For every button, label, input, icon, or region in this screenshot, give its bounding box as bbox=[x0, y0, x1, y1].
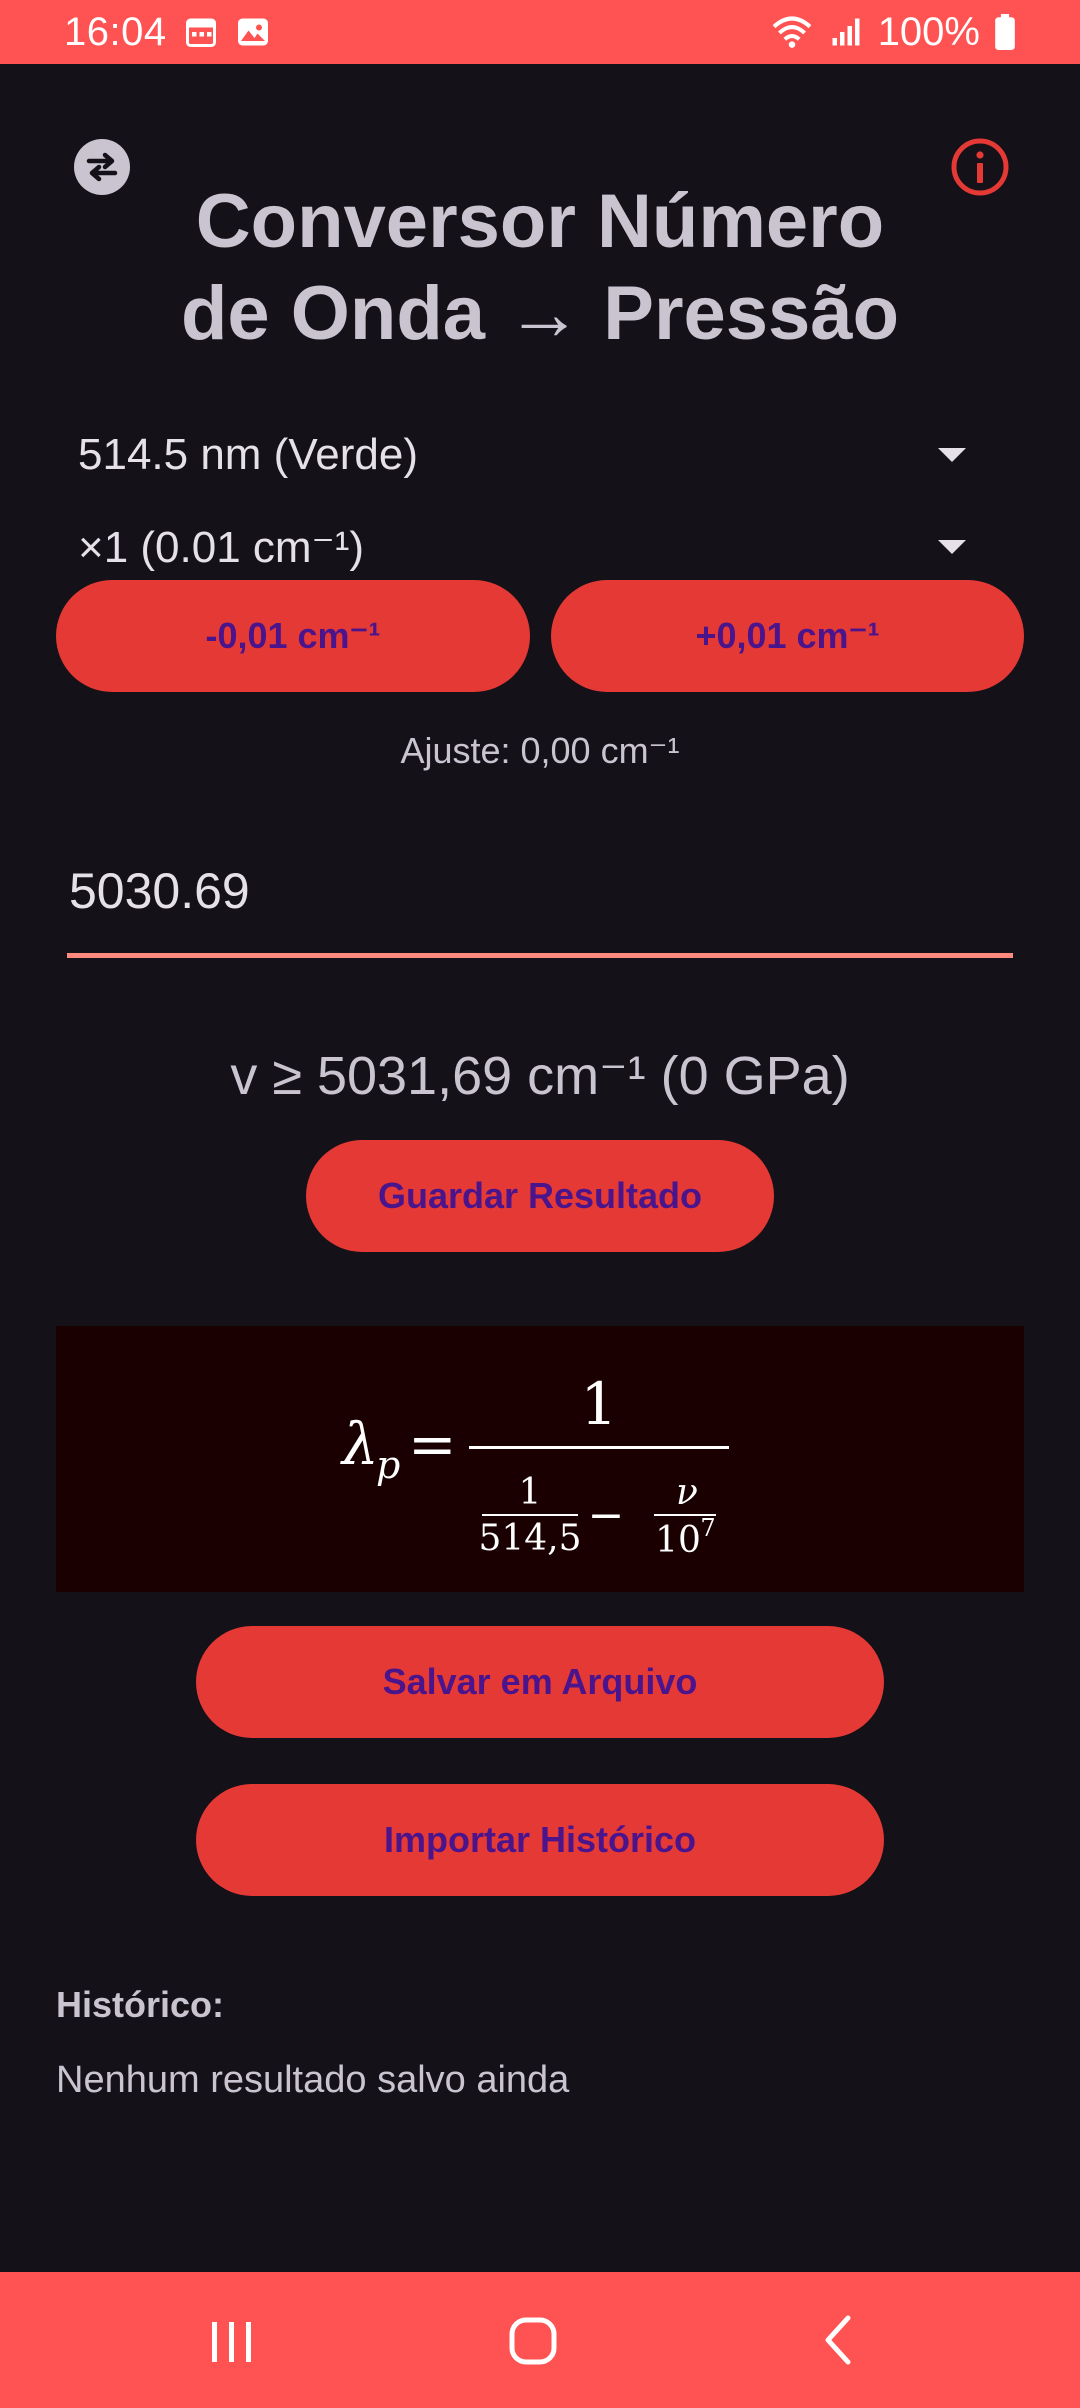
formula-inner-numerator-1: 1 bbox=[519, 1472, 542, 1513]
dropdown-arrow-icon bbox=[938, 540, 966, 554]
formula-subscript: p bbox=[376, 1443, 400, 1487]
step-multiplier-value: ×1 (0.01 cm⁻¹) bbox=[78, 522, 365, 572]
increment-button[interactable]: +0,01 cm⁻¹ bbox=[551, 580, 1024, 692]
formula-inner-denominator-2: 10 bbox=[655, 1520, 701, 1561]
signal-icon bbox=[832, 18, 860, 46]
app-screen: Conversor Número de Onda → Pressão 514.5… bbox=[0, 64, 1080, 2272]
title-line-1: Conversor Número bbox=[195, 179, 885, 264]
save-result-button[interactable]: Guardar Resultado bbox=[306, 1140, 774, 1252]
status-bar: 16:04 100% bbox=[0, 0, 1080, 64]
home-icon bbox=[509, 2317, 557, 2365]
status-left: 16:04 bbox=[64, 10, 271, 55]
wavenumber-input-value: 5030.69 bbox=[69, 863, 250, 919]
formula-equals: = bbox=[408, 1410, 457, 1478]
history-title: Histórico: bbox=[56, 1984, 225, 2025]
formula-inner-denominator-1: 514,5 bbox=[478, 1518, 581, 1559]
formula-inner-numerator-2: ν bbox=[676, 1472, 698, 1513]
decrement-button[interactable]: -0,01 cm⁻¹ bbox=[56, 580, 530, 692]
calendar-icon bbox=[185, 18, 216, 47]
step-multiplier-dropdown[interactable]: ×1 (0.01 cm⁻¹) bbox=[78, 512, 978, 582]
wifi-icon bbox=[772, 16, 812, 48]
history-empty-text: Nenhum resultado salvo ainda bbox=[56, 2059, 570, 2101]
dropdown-arrow-icon bbox=[938, 448, 966, 462]
image-icon bbox=[237, 18, 268, 46]
recents-icon bbox=[212, 2322, 251, 2362]
laser-wavelength-dropdown[interactable]: 514.5 nm (Verde) bbox=[78, 420, 978, 490]
save-to-file-button[interactable]: Salvar em Arquivo bbox=[196, 1626, 884, 1738]
formula-main-fraction-bar bbox=[469, 1446, 729, 1449]
formula-minus: − bbox=[588, 1490, 625, 1541]
back-icon bbox=[825, 2315, 851, 2365]
battery-level: 100% bbox=[877, 9, 980, 54]
wavenumber-input[interactable]: 5030.69 bbox=[67, 854, 1013, 958]
recents-button[interactable] bbox=[192, 2300, 272, 2380]
formula-svg: λ p = 1 1 514,5 − ν 10 7 bbox=[340, 1370, 729, 1561]
adjust-text: Ajuste: 0,00 cm⁻¹ bbox=[400, 730, 680, 771]
status-time: 16:04 bbox=[64, 9, 167, 54]
navigation-bar bbox=[0, 2272, 1080, 2408]
formula-lhs: λ bbox=[340, 1410, 379, 1478]
import-history-button[interactable]: Importar Histórico bbox=[196, 1784, 884, 1896]
laser-wavelength-value: 514.5 nm (Verde) bbox=[78, 430, 418, 479]
status-right: 100% bbox=[770, 10, 1016, 55]
title-line-2: de Onda → Pressão bbox=[180, 271, 900, 356]
formula-display: λ p = 1 1 514,5 − ν 10 7 bbox=[56, 1326, 1024, 1592]
back-button[interactable] bbox=[798, 2300, 878, 2380]
formula-exponent: 7 bbox=[700, 1514, 715, 1542]
page-title: Conversor Número de Onda → Pressão bbox=[0, 176, 1080, 360]
result-text: v ≥ 5031,69 cm⁻¹ (0 GPa) bbox=[230, 1046, 850, 1106]
formula-inner-fraction-bar-1 bbox=[482, 1514, 578, 1516]
formula-numerator: 1 bbox=[581, 1370, 618, 1438]
home-button[interactable] bbox=[494, 2300, 574, 2380]
battery-icon bbox=[995, 14, 1015, 50]
